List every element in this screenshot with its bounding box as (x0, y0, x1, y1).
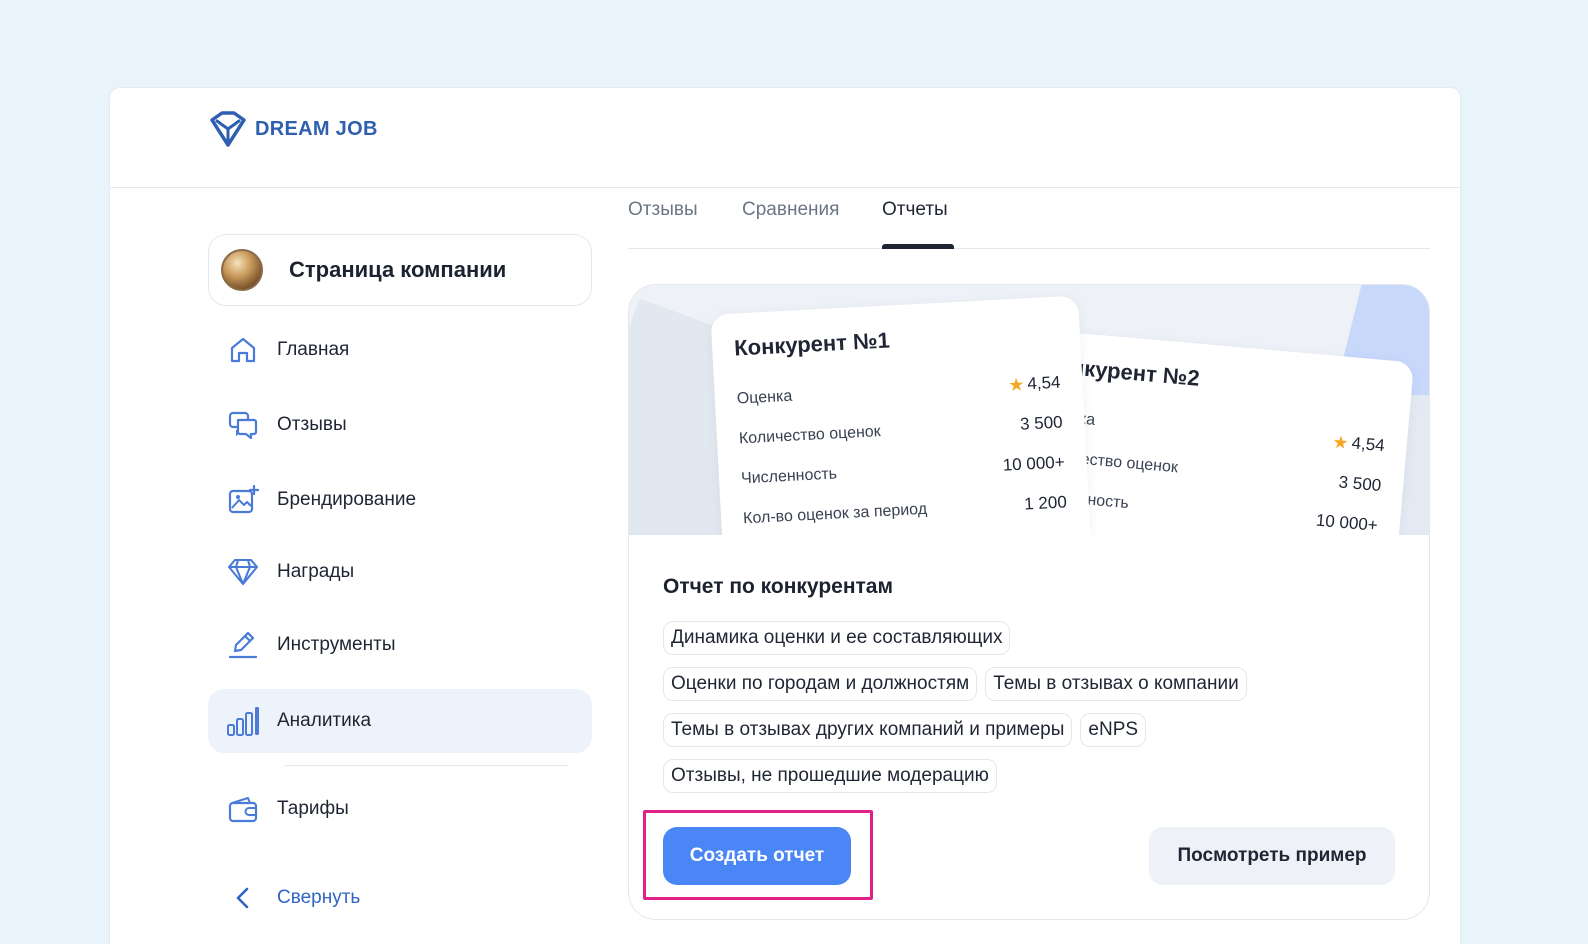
chat-bubbles-icon (226, 408, 260, 442)
row-value: 3 500 (1337, 472, 1382, 496)
row-value: ★ 4,54 (1332, 431, 1386, 456)
company-page-button[interactable]: Страница компании (208, 234, 592, 306)
feature-chip: Темы в отзывах о компании (985, 667, 1247, 701)
tab-bar: Отзывы Сравнения Отчеты (628, 185, 1430, 249)
row-value: 3 500 (1019, 412, 1064, 434)
row-value: 1 200 (1023, 492, 1068, 514)
company-avatar (221, 249, 263, 291)
image-plus-icon (226, 483, 260, 517)
feature-chip: Динамика оценки и ее составляющих (663, 621, 1011, 655)
feature-chip: Отзывы, не прошедшие модерацию (663, 759, 997, 793)
star-icon: ★ (1007, 373, 1025, 395)
tab-comparisons[interactable]: Сравнения (742, 199, 839, 221)
tab-reports[interactable]: Отчеты (882, 199, 948, 221)
pencil-icon (226, 628, 260, 662)
sidebar-item-label: Брендирование (277, 489, 417, 510)
star-icon: ★ (1331, 431, 1350, 453)
row-label: Количество оценок (738, 423, 882, 448)
collapse-label: Свернуть (277, 887, 361, 908)
sidebar-item-reviews[interactable]: Отзывы (208, 393, 592, 457)
tab-reviews[interactable]: Отзывы (628, 199, 698, 221)
active-tab-indicator (882, 244, 954, 249)
view-example-button[interactable]: Посмотреть пример (1149, 827, 1395, 885)
wallet-icon (226, 792, 260, 826)
competitor-title: Конкурент №1 (733, 327, 891, 361)
report-title: Отчет по конкурентам (663, 575, 894, 598)
report-preview-banner: Конкурент №2 Оценка ★4,54 Количество оце… (629, 285, 1429, 535)
rating-value: 4,54 (1026, 372, 1061, 394)
row-label: Кол-во оценок за период (742, 500, 928, 528)
sidebar-item-label: Тарифы (277, 798, 349, 819)
report-features: Динамика оценки и ее составляющих Оценки… (663, 621, 1403, 805)
app-window: DREAM JOB Страница компании Главная Отзы… (110, 88, 1460, 944)
sidebar-item-label: Отзывы (277, 414, 347, 435)
feature-chip: Оценки по городам и должностям (663, 667, 978, 701)
home-icon (226, 333, 260, 367)
sidebar-item-label: Инструменты (277, 634, 396, 655)
row-label: Численность (740, 465, 838, 488)
chevron-left-icon (226, 881, 260, 915)
sidebar-divider (285, 765, 569, 766)
header: DREAM JOB (110, 88, 1460, 188)
sidebar-item-analytics[interactable]: Аналитика (208, 689, 592, 753)
competitor-1-preview: Конкурент №1 Оценка ★ 4,54 Количество оце… (710, 295, 1092, 535)
feature-chip: eNPS (1080, 713, 1147, 747)
sidebar-item-label: Награды (277, 561, 355, 582)
feature-chip: Темы в отзывах других компаний и примеры (663, 713, 1073, 747)
rating-value: 4,54 (1350, 433, 1386, 456)
competitor-report-card: Конкурент №2 Оценка ★4,54 Количество оце… (628, 284, 1430, 920)
logo-text: DREAM JOB (255, 117, 378, 140)
row-value: 10 000+ (1002, 452, 1066, 475)
collapse-sidebar-button[interactable]: Свернуть (208, 866, 592, 930)
row-label: Оценка (736, 387, 793, 408)
company-page-label: Страница компании (289, 257, 507, 282)
bar-chart-icon (226, 704, 260, 738)
sidebar-item-label: Аналитика (277, 710, 372, 731)
row-value: 10 000+ (1315, 510, 1379, 535)
logo[interactable]: DREAM JOB (208, 110, 378, 148)
row-value: ★ 4,54 (1008, 372, 1061, 396)
dream-job-logo-icon (210, 111, 246, 147)
sidebar-item-awards[interactable]: Награды (208, 540, 592, 604)
sidebar-item-tariffs[interactable]: Тарифы (208, 777, 592, 841)
sidebar-item-tools[interactable]: Инструменты (208, 613, 592, 677)
diamond-icon (226, 555, 260, 589)
create-report-button[interactable]: Создать отчет (663, 827, 851, 885)
sidebar-item-label: Главная (277, 339, 350, 360)
sidebar-item-branding[interactable]: Брендирование (208, 468, 592, 532)
sidebar-item-home[interactable]: Главная (208, 318, 592, 382)
